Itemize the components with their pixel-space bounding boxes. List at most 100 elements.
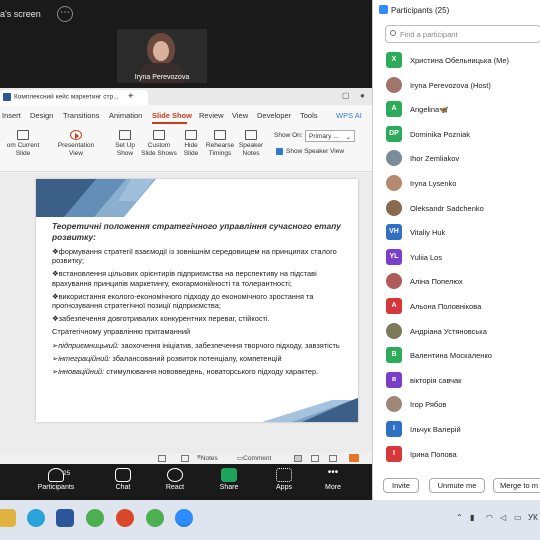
menu-transitions[interactable]: Transitions [63,111,99,120]
volume-icon[interactable]: ◁ [500,513,506,522]
participant-name: Dominika Pozniak [410,129,471,139]
wifi-icon[interactable]: ◠ [486,513,493,522]
spellcheck-icon[interactable] [181,455,189,462]
participant-row[interactable]: І Ільчук Валерій [373,416,540,441]
setup-show-button[interactable]: Set Up Show [111,130,139,158]
tray-chevron-icon[interactable]: ⌃ [456,513,463,522]
custom-slide-shows-button[interactable]: Custom Slide Shows [141,130,177,158]
speaker-notes-button[interactable]: Speaker Notes [237,130,265,158]
react-button[interactable]: React [152,468,198,491]
participants-icon [48,468,64,482]
avatar: A [386,297,402,314]
participant-row[interactable]: в вікторія савчак [373,367,540,392]
apps-button[interactable]: Apps [261,468,307,491]
chrome-icon[interactable] [146,509,164,527]
search-placeholder: Find a participant [400,30,458,39]
slide-subhead: Стратегічному управлінню притаманний [52,327,191,337]
telegram-icon[interactable] [27,509,45,527]
participant-row[interactable]: X Христина Обельницька (Me) [373,47,540,72]
participants-button[interactable]: 25 Participants [33,468,79,491]
wps-icon[interactable] [116,509,134,527]
participant-row[interactable]: Ігор Рябов [373,391,540,416]
word-icon[interactable] [56,509,74,527]
participant-name: Yuliia Los [410,252,443,262]
video-tile[interactable]: Iryna Perevozova [117,29,207,83]
menu-slide-show[interactable]: Slide Show [152,111,192,120]
avatar-icon[interactable]: ● [360,91,365,100]
rehearse-timings-button[interactable]: Rehearse Timings [204,130,236,158]
menu-view[interactable]: View [232,111,248,120]
ribbon: om Current Slide Presentation View Set U… [0,124,372,172]
battery-icon[interactable]: ▭ [514,513,522,522]
zoom-icon[interactable] [175,509,193,527]
menu-animation[interactable]: Animation [109,111,142,120]
show-speaker-view-checkbox[interactable]: Show Speaker View [276,148,344,155]
normal-view-icon[interactable] [294,455,302,462]
meeting-control-bar: 25 Participants Chat React Share Apps ••… [0,464,372,500]
hide-slide-button[interactable]: Hide Slide [180,130,202,158]
restore-icon[interactable]: ▢ [342,91,350,100]
participants-title: Participants (25) [391,6,450,15]
share-button[interactable]: Share [206,468,252,491]
folder-icon[interactable] [0,509,16,527]
participant-row[interactable]: A Angelina🦋 [373,96,540,121]
avatar [386,150,402,167]
menu-review[interactable]: Review [199,111,224,120]
slide-type-item: ➢підприємницький: заохочення ініціатив, … [52,340,340,350]
from-current-slide-button[interactable]: om Current Slide [0,130,46,158]
participant-name: Ihor Zemliakov [410,154,460,164]
avatar: в [386,371,402,388]
notes-toggle[interactable]: ≡ Notes [197,454,218,462]
participant-row[interactable]: YL Yuliia Los [373,244,540,269]
participant-row[interactable]: Аліна Попелюх [373,268,540,293]
participant-row[interactable]: Андріана Устяновська [373,318,540,343]
menu-insert[interactable]: Insert [2,111,21,120]
chat-button[interactable]: Chat [100,468,146,491]
wps-presentation-window: Комплексний кейс маркетинг стр... × + ▢ … [0,88,372,464]
participant-row[interactable]: B Валентина Москаленко [373,342,540,367]
participant-row[interactable]: Oleksandr Sadchenko [373,195,540,220]
participant-row[interactable]: Iryna Perevozova (Host) [373,72,540,97]
chrome-icon[interactable] [86,509,104,527]
new-tab-icon[interactable]: + [128,91,134,102]
presentation-view-button[interactable]: Presentation View [50,130,102,158]
avatar: І [386,445,402,462]
invite-button[interactable]: Invite [383,478,419,493]
document-tab[interactable]: Комплексний кейс маркетинг стр... × [0,90,148,105]
menu-tools[interactable]: Tools [300,111,318,120]
apps-icon [276,468,292,482]
menu-wps-ai[interactable]: WPS AI [336,111,362,120]
participant-row[interactable]: DP Dominika Pozniak [373,121,540,146]
avatar [386,199,402,216]
participant-row[interactable]: Iryna Lysenko [373,170,540,195]
slide-decoration-bottom [262,398,358,422]
network-icon[interactable]: ▮ [470,513,474,522]
participant-search-input[interactable]: Find a participant [385,25,540,43]
merge-button[interactable]: Merge to m [493,478,540,493]
participant-row[interactable]: Ihor Zemliakov [373,145,540,170]
slide-sorter-icon[interactable] [311,455,319,462]
menu-developer[interactable]: Developer [257,111,291,120]
slideshow-play-icon[interactable] [349,454,359,462]
language-indicator[interactable]: УК [528,513,538,522]
participant-name: Андріана Устяновська [410,326,487,336]
participant-row[interactable]: VH Vitaliy Huk [373,219,540,244]
chat-label: Chat [115,484,131,491]
participant-name: вікторія савчак [410,375,462,385]
more-button[interactable]: ••• More [310,468,356,492]
participant-row[interactable]: A Альона Половнікова [373,293,540,318]
menu-design[interactable]: Design [30,111,53,120]
comment-toggle[interactable]: ▭ Comment [237,454,271,462]
reading-view-icon[interactable] [329,455,337,462]
slide[interactable]: Теоретичні положення стратегічного управ… [36,179,358,422]
participant-name: Oleksandr Sadchenko [410,203,484,213]
avatar [386,76,402,93]
apps-label: Apps [276,484,292,491]
unmute-me-button[interactable]: Unmute me [429,478,485,493]
more-options-icon[interactable]: ⋯ [57,6,73,22]
notes-label: Notes [200,455,218,462]
participant-row[interactable]: І Ірина Попова [373,441,540,466]
fit-icon[interactable] [158,455,166,462]
show-on-select[interactable]: Primary ... ⌄ [305,130,355,142]
slide-type-term: інноваційний: [58,367,105,377]
